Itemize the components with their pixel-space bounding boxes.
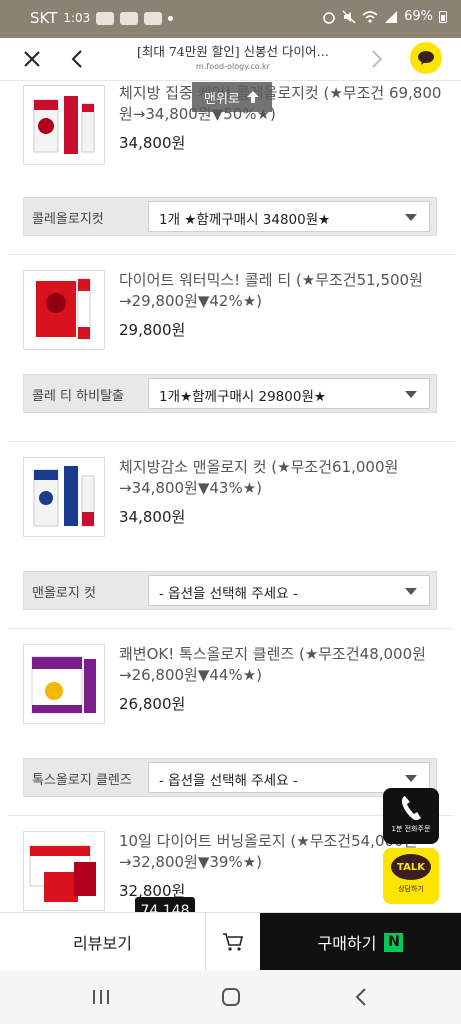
talk-bubble-text: TALK: [397, 861, 425, 873]
dropdown-arrow-icon: [405, 214, 417, 221]
option-label: 콜레 티 하비탈출: [32, 389, 124, 404]
more-notifications-icon: [168, 15, 174, 21]
view-reviews-label: 리뷰보기: [73, 934, 132, 953]
system-navigation-bar: [0, 970, 461, 1024]
notification-icon: [96, 11, 115, 25]
option-row: 콜레올로지컷 1개 ★함께구매시 34800원★: [23, 197, 437, 236]
status-bar: SKT 1:03 69%: [0, 0, 461, 38]
chat-notification-icon: [144, 11, 163, 25]
option-select[interactable]: 1개★함께구매시 29800원★: [148, 378, 430, 409]
product-thumbnail[interactable]: [23, 644, 105, 724]
home-icon[interactable]: [220, 986, 242, 1008]
product-price: 34,800원: [119, 134, 186, 152]
view-reviews-button[interactable]: 리뷰보기: [0, 913, 205, 971]
product-image: [29, 845, 96, 902]
product-name[interactable]: 체지방감소 맨올로지 컷 (★무조건61,000원→34,800원▼43%★): [119, 457, 449, 499]
product-image: [36, 278, 91, 340]
alarm-icon: [323, 11, 335, 24]
page-title: [최대 74만원 할인] 신봉선 다이어…: [136, 44, 330, 59]
phone-icon: [401, 796, 421, 821]
signal-icon: [385, 10, 398, 23]
product-price: 29,800원: [119, 321, 186, 339]
kakao-talk-consult-button[interactable]: TALK 상담하기: [383, 848, 439, 904]
option-row: 맨올로지 컷 - 옵션을 선택해 주세요 -: [23, 571, 437, 610]
battery-icon: [439, 11, 447, 23]
product-image: [33, 96, 95, 154]
option-row: 톡스올로지 클렌즈 - 옵션을 선택해 주세요 -: [23, 758, 437, 797]
option-selected-value: - 옵션을 선택해 주세요 -: [159, 586, 298, 602]
option-selected-value: 1개★함께구매시 29800원★: [159, 389, 326, 405]
product-thumbnail[interactable]: [23, 270, 105, 350]
recent-apps-icon[interactable]: [91, 988, 111, 1006]
product-image: [33, 466, 95, 527]
buy-button[interactable]: 구매하기 N: [260, 913, 461, 971]
product-item: 다이어트 워터믹스! 콜레 티 (★무조건51,500원→29,800원▼42%…: [8, 255, 453, 442]
product-thumbnail[interactable]: [23, 457, 105, 537]
bottom-action-bar: 리뷰보기 구매하기 N: [0, 912, 461, 971]
dropdown-arrow-icon: [405, 775, 417, 782]
product-name[interactable]: 쾌변OK! 톡스올로지 클렌즈 (★무조건48,000원→26,800원▼44%…: [119, 644, 449, 686]
product-image: [31, 656, 96, 714]
product-list: 체지방 집중 케어! 콜레올로지컷 (★무조건 69,800원→34,800원▼…: [8, 81, 453, 911]
phone-order-button[interactable]: 1분 전화주문: [383, 788, 439, 844]
option-label: 콜레올로지컷: [32, 212, 104, 227]
buy-label: 구매하기: [317, 934, 377, 953]
product-name[interactable]: 체지방 집중 케어! 콜레올로지컷 (★무조건 69,800원→34,800원▼…: [119, 83, 449, 125]
option-label: 맨올로지 컷: [32, 586, 96, 601]
cart-icon: [223, 933, 244, 951]
option-select[interactable]: - 옵션을 선택해 주세요 -: [148, 575, 430, 606]
cart-button[interactable]: [205, 913, 261, 971]
dropdown-arrow-icon: [405, 391, 417, 398]
product-thumbnail[interactable]: [23, 85, 105, 165]
kakao-chat-button[interactable]: [410, 42, 442, 74]
mute-icon: [342, 10, 356, 23]
back-arrow-icon[interactable]: [66, 47, 90, 71]
notification-icon: [120, 11, 139, 25]
talk-bubble-icon: TALK: [391, 854, 431, 880]
up-arrow-icon: [246, 91, 259, 103]
option-row: 콜레 티 하비탈출 1개★함께구매시 29800원★: [23, 374, 437, 413]
scroll-top-button[interactable]: 맨위로: [192, 82, 272, 112]
option-label: 톡스올로지 클렌즈: [32, 773, 132, 788]
nav-back-icon[interactable]: [353, 987, 369, 1007]
option-select[interactable]: 1개 ★함께구매시 34800원★: [148, 201, 430, 232]
kakao-chat-icon: [418, 51, 434, 65]
phone-order-label: 1분 전화주문: [391, 825, 431, 833]
talk-consult-label: 상담하기: [398, 885, 424, 893]
carrier-label: SKT: [30, 9, 58, 27]
clock: 1:03: [63, 11, 91, 25]
forward-arrow-icon[interactable]: [364, 47, 388, 71]
in-app-browser-header: [최대 74만원 할인] 신봉선 다이어… m.food-ology.co.kr: [0, 38, 461, 81]
page-url: m.food-ology.co.kr: [196, 62, 270, 71]
wifi-icon: [362, 10, 378, 23]
close-icon[interactable]: [20, 47, 44, 71]
product-name[interactable]: 다이어트 워터믹스! 콜레 티 (★무조건51,500원→29,800원▼42%…: [119, 270, 449, 312]
naver-pay-icon: N: [384, 932, 404, 952]
option-selected-value: - 옵션을 선택해 주세요 -: [159, 773, 298, 789]
scroll-top-label: 맨위로: [204, 91, 240, 107]
option-selected-value: 1개 ★함께구매시 34800원★: [159, 212, 331, 228]
product-price: 26,800원: [119, 695, 186, 713]
product-price: 34,800원: [119, 508, 186, 526]
battery-percent: 69%: [404, 9, 433, 24]
product-thumbnail[interactable]: [23, 831, 105, 911]
product-item: 체지방감소 맨올로지 컷 (★무조건61,000원→34,800원▼43%★) …: [8, 442, 453, 629]
dropdown-arrow-icon: [405, 588, 417, 595]
